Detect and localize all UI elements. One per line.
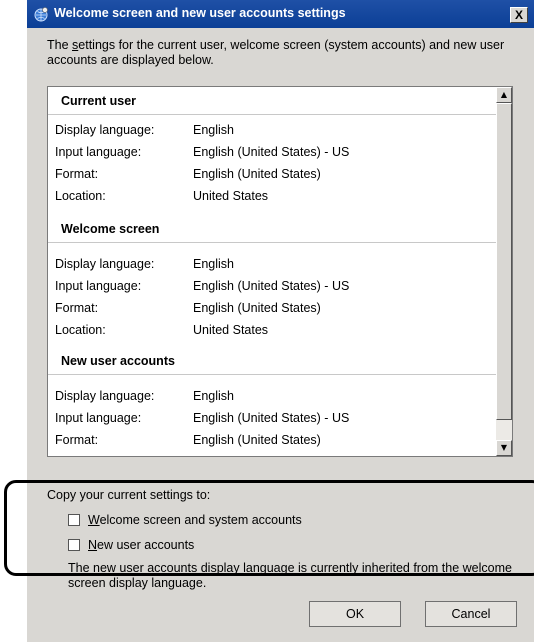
close-button[interactable]: X: [510, 7, 528, 23]
section-current-user-title: Current user: [48, 87, 497, 115]
row-label: Location:: [55, 323, 106, 337]
row-value: English: [193, 389, 234, 403]
row-value: English (United States) - US: [193, 411, 350, 425]
arrow-down-icon: ▼: [500, 443, 508, 452]
row-value: United States: [193, 189, 269, 203]
welcome-screen-checkbox[interactable]: [68, 514, 80, 526]
globe-settings-icon: [34, 7, 48, 22]
new-user-accounts-checkbox-label[interactable]: New user accounts: [88, 538, 194, 552]
row-value: English (United States): [193, 433, 321, 447]
dialog-title: Welcome screen and new user accounts set…: [54, 6, 346, 20]
row-label: Format:: [55, 433, 99, 447]
inheritance-note: The new user accounts display language i…: [68, 561, 512, 590]
row-label: Input language:: [55, 411, 142, 425]
scroll-down-button[interactable]: ▼: [496, 440, 512, 456]
row-value: English: [193, 257, 234, 271]
arrow-up-icon: ▲: [500, 90, 508, 99]
row-label: Format:: [55, 301, 99, 315]
ok-button[interactable]: OK: [309, 601, 401, 627]
row-label: Display language:: [55, 257, 155, 271]
row-value: English (United States): [193, 167, 321, 181]
row-value: English (United States) - US: [193, 145, 350, 159]
row-label: Format:: [55, 167, 99, 181]
row-value: English (United States) - US: [193, 279, 350, 293]
settings-dialog: Welcome screen and new user accounts set…: [27, 0, 534, 642]
row-value: English (United States): [193, 301, 321, 315]
section-new-user-accounts-title: New user accounts: [48, 347, 497, 375]
row-label: Display language:: [55, 123, 155, 137]
scroll-thumb[interactable]: [496, 103, 512, 420]
row-label: Display language:: [55, 389, 155, 403]
row-label: Input language:: [55, 279, 142, 293]
settings-list[interactable]: Current user Display language: English I…: [47, 86, 513, 457]
section-welcome-screen-title: Welcome screen: [48, 215, 497, 243]
intro-text: The settings for the current user, welco…: [47, 38, 505, 67]
welcome-screen-checkbox-label[interactable]: Welcome screen and system accounts: [88, 513, 302, 527]
row-value: United States: [193, 323, 269, 337]
welcome-screen-checkbox-row[interactable]: Welcome screen and system accounts: [68, 512, 302, 528]
new-user-accounts-checkbox[interactable]: [68, 539, 80, 551]
scroll-up-button[interactable]: ▲: [496, 87, 512, 103]
new-user-accounts-checkbox-row[interactable]: New user accounts: [68, 537, 194, 553]
row-value: English: [193, 123, 234, 137]
title-bar[interactable]: Welcome screen and new user accounts set…: [27, 0, 534, 28]
cancel-button[interactable]: Cancel: [425, 601, 517, 627]
close-icon: X: [514, 8, 523, 22]
row-label: Location:: [55, 189, 106, 203]
row-label: Input language:: [55, 145, 142, 159]
copy-settings-label: Copy your current settings to:: [47, 488, 211, 502]
vertical-scrollbar[interactable]: ▲ ▼: [496, 87, 512, 456]
